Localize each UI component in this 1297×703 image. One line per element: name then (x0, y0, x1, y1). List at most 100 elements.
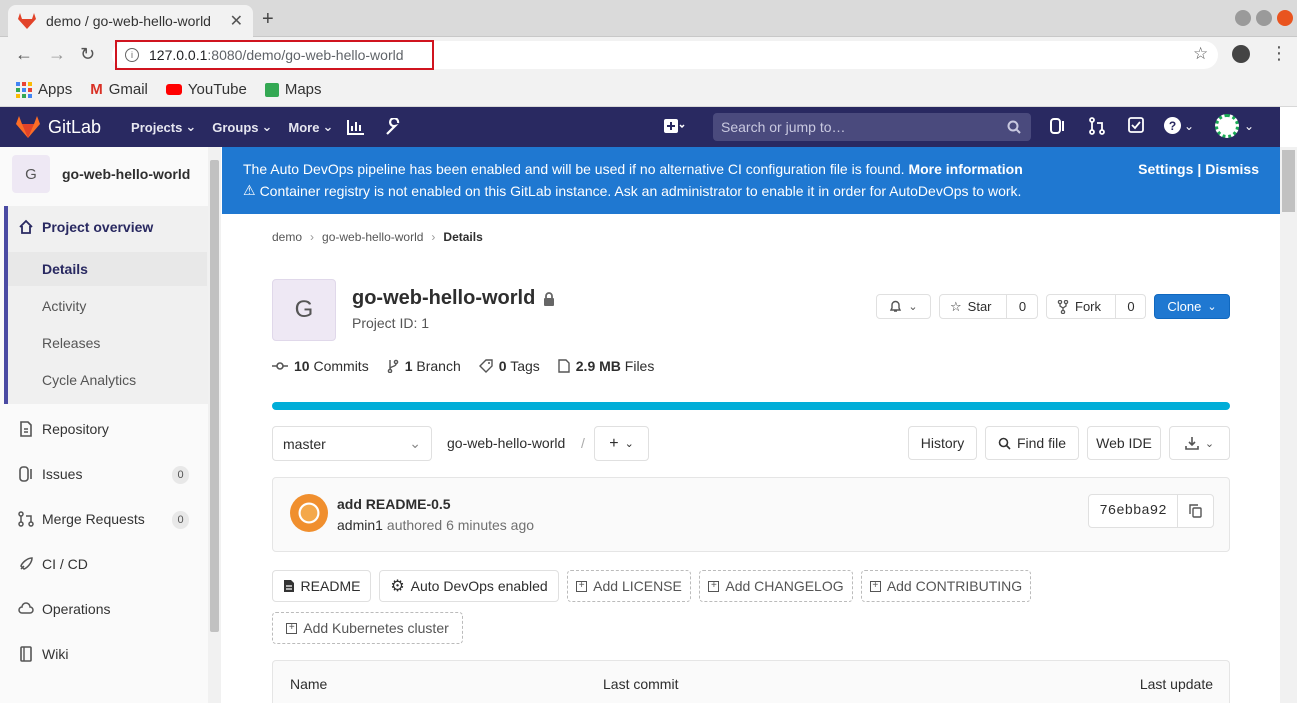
add-contributing-button[interactable]: + Add CONTRIBUTING (861, 570, 1031, 602)
fork-button[interactable]: Fork 0 (1046, 294, 1146, 319)
bookmark-gmail[interactable]: M Gmail (90, 81, 148, 98)
find-file-button[interactable]: Find file (985, 426, 1079, 460)
star-count[interactable]: 0 (1006, 295, 1038, 318)
back-button[interactable]: ← (15, 44, 33, 65)
tab-close-icon[interactable]: ✕ (230, 11, 243, 31)
bookmark-youtube[interactable]: YouTube (165, 81, 247, 98)
last-commit-panel (272, 477, 1230, 552)
todos-check-icon[interactable] (1128, 117, 1144, 133)
maximize-button[interactable] (1256, 10, 1272, 26)
sidebar-item-merge-requests[interactable]: Merge Requests (18, 511, 145, 527)
star-button[interactable]: ☆ Star 0 (939, 294, 1038, 319)
maps-icon (264, 82, 279, 97)
sidebar-subitem-details[interactable]: Details (42, 261, 88, 277)
page-scrollbar[interactable] (1280, 147, 1297, 703)
merge-requests-icon[interactable] (1088, 117, 1106, 135)
add-kubernetes-cluster-button[interactable]: + Add Kubernetes cluster (272, 612, 463, 644)
chevron-right-icon: › (310, 230, 315, 244)
admin-wrench-icon[interactable] (385, 118, 403, 136)
branches-stat[interactable]: 1 Branch (387, 358, 461, 374)
auto-devops-button[interactable]: ⚙ Auto DevOps enabled (379, 570, 559, 602)
sidebar-subitem-activity[interactable]: Activity (42, 298, 86, 314)
readme-button[interactable]: README (272, 570, 371, 602)
help-menu[interactable]: ? ⌄ (1164, 117, 1194, 134)
sidebar-item-project-overview[interactable]: Project overview (18, 219, 153, 235)
sidebar-item-wiki[interactable]: Wiki (18, 646, 68, 662)
clone-button[interactable]: Clone ⌄ (1154, 294, 1230, 319)
breadcrumb-project[interactable]: go-web-hello-world (322, 230, 423, 244)
nav-more-menu[interactable]: More ⌄ (288, 119, 333, 135)
bookmarks-bar: Apps M Gmail YouTube Maps (0, 73, 1297, 107)
tags-label: Tags (510, 358, 540, 374)
gitlab-home-link[interactable]: GitLab (16, 116, 101, 138)
web-ide-button[interactable]: Web IDE (1087, 426, 1161, 460)
profile-avatar-icon[interactable] (1232, 45, 1250, 63)
files-stat[interactable]: 2.9 MB Files (558, 358, 654, 374)
nav-groups-menu[interactable]: Groups ⌄ (212, 119, 272, 135)
settings-gear-icon: ⚙ (390, 578, 405, 595)
activity-chart-icon[interactable] (347, 119, 365, 135)
repository-languages-bar (272, 402, 1230, 410)
browser-menu-icon[interactable]: ⋮ (1270, 43, 1288, 64)
reload-button[interactable]: ↻ (80, 44, 95, 65)
notification-button[interactable]: ⌄ (876, 294, 931, 319)
help-icon: ? (1164, 117, 1181, 134)
minimize-button[interactable] (1235, 10, 1251, 26)
commit-author[interactable]: admin1 (337, 517, 383, 533)
download-button[interactable]: ⌄ (1169, 426, 1230, 460)
branches-count: 1 (404, 358, 413, 374)
add-license-button[interactable]: + Add LICENSE (567, 570, 691, 602)
site-info-icon[interactable]: i (125, 48, 139, 62)
sidebar-item-label: Project overview (42, 219, 154, 235)
bookmark-apps[interactable]: Apps (16, 81, 72, 98)
banner-warning-message: Container registry is not enabled on thi… (259, 182, 1022, 199)
tags-stat[interactable]: 0 Tags (478, 358, 540, 374)
sidebar-item-issues[interactable]: Issues (18, 466, 82, 482)
copy-sha-button[interactable] (1177, 494, 1214, 528)
history-button[interactable]: History (908, 426, 977, 460)
gitlab-favicon-icon (18, 13, 36, 29)
plus-square-icon: + (869, 580, 881, 592)
files-size: 2.9 MB (575, 358, 621, 374)
global-search-input[interactable]: Search or jump to… (713, 113, 1031, 141)
add-license-label: Add LICENSE (593, 578, 682, 594)
add-to-tree-button[interactable]: + ⌄ (594, 426, 649, 461)
browser-tab[interactable]: demo / go-web-hello-world ✕ (8, 5, 253, 37)
fork-count[interactable]: 0 (1115, 295, 1146, 318)
sidebar-item-label: Wiki (42, 646, 69, 662)
close-window-button[interactable] (1277, 10, 1293, 26)
commit-title[interactable]: add README-0.5 (337, 496, 451, 512)
user-menu[interactable]: ⌄ (1215, 114, 1254, 138)
repo-path-root[interactable]: go-web-hello-world (447, 435, 565, 451)
bookmark-maps[interactable]: Maps (264, 81, 322, 98)
sidebar-item-operations[interactable]: Operations (18, 601, 110, 617)
branch-selector-value: master (283, 435, 326, 452)
sidebar-item-ci-cd[interactable]: CI / CD (18, 556, 88, 572)
project-id: Project ID: 1 (352, 315, 430, 331)
breadcrumb-demo[interactable]: demo (272, 230, 302, 244)
commit-sha[interactable]: 76ebba92 (1088, 494, 1178, 528)
banner-settings-link[interactable]: Settings (1138, 161, 1193, 177)
new-tab-button[interactable]: + (262, 8, 274, 31)
tags-count: 0 (498, 358, 507, 374)
url-field[interactable]: i 127.0.0.1:8080/demo/go-web-hello-world (115, 40, 434, 70)
commits-stat[interactable]: 10 Commits (272, 358, 369, 374)
plus-square-icon: + (576, 580, 588, 592)
branch-selector[interactable]: master ⌄ (272, 426, 432, 461)
commit-author-avatar[interactable] (290, 494, 328, 532)
add-changelog-button[interactable]: + Add CHANGELOG (699, 570, 853, 602)
new-item-plus-icon[interactable] (664, 117, 686, 135)
page-scrollbar-thumb[interactable] (1282, 150, 1295, 212)
sidebar-item-repository[interactable]: Repository (18, 421, 109, 437)
sidebar-subitem-cycle-analytics[interactable]: Cycle Analytics (42, 372, 136, 388)
banner-dismiss-link[interactable]: Dismiss (1205, 161, 1259, 177)
bookmark-star-icon[interactable]: ☆ (1193, 44, 1208, 64)
sidebar-subitem-releases[interactable]: Releases (42, 335, 100, 351)
sidebar-project-header[interactable]: G go-web-hello-world (12, 155, 190, 193)
more-information-link[interactable]: More information (908, 161, 1022, 177)
issues-todo-icon[interactable] (1050, 117, 1066, 135)
forward-button[interactable]: → (48, 44, 66, 65)
chevron-down-icon: ⌄ (1207, 301, 1217, 313)
sidebar-scrollbar-thumb[interactable] (210, 160, 219, 632)
nav-projects-menu[interactable]: Projects ⌄ (131, 119, 196, 135)
